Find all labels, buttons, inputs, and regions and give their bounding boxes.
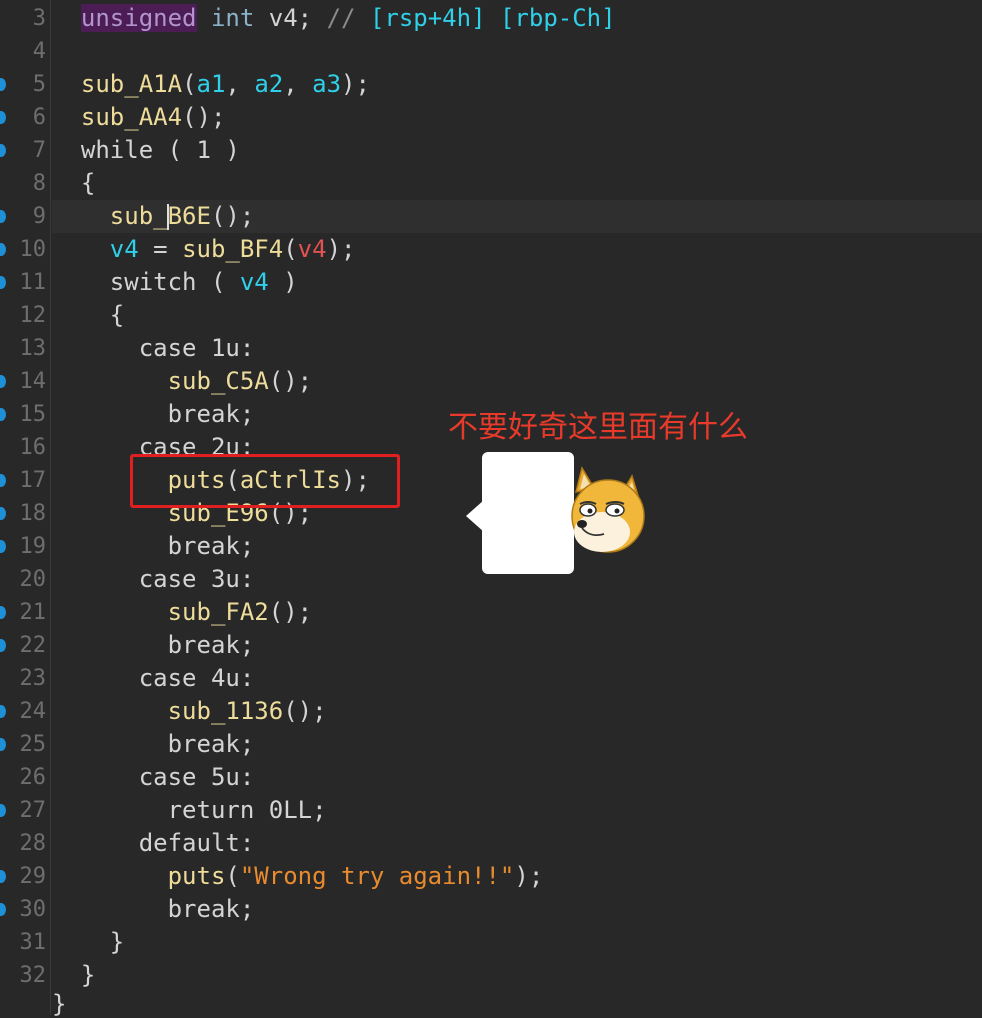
line-number: 26 bbox=[19, 765, 47, 790]
code-line-5[interactable]: sub_A1A(a1, a2, a3); bbox=[52, 68, 982, 101]
break-stmt: break; bbox=[167, 532, 255, 560]
code-line-23[interactable]: case 4u: bbox=[52, 662, 982, 695]
arg: a1 bbox=[196, 70, 226, 98]
highlight-box bbox=[130, 454, 400, 508]
line-number: 31 bbox=[19, 930, 47, 955]
keyword-unsigned: unsigned bbox=[80, 4, 197, 32]
code-line-8[interactable]: { bbox=[52, 167, 982, 200]
line-number: 28 bbox=[19, 831, 47, 856]
doge-face-icon bbox=[571, 466, 645, 553]
func-call: sub_BF4 bbox=[182, 235, 284, 263]
closing-brace: } bbox=[52, 990, 67, 1018]
brace: } bbox=[109, 928, 125, 956]
break-stmt: break; bbox=[167, 631, 255, 659]
line-number: 13 bbox=[19, 336, 47, 361]
line-number: 19 bbox=[19, 534, 47, 559]
func-call-part: B6E bbox=[167, 202, 211, 230]
func-call: sub_C5A bbox=[167, 367, 269, 395]
arg: v4 bbox=[297, 235, 327, 263]
line-number: 29 bbox=[19, 864, 47, 889]
case-label: case 4u: bbox=[138, 664, 255, 692]
case-label: case 1u: bbox=[138, 334, 255, 362]
line-number: 11 bbox=[19, 270, 47, 295]
code-line-9-current[interactable]: sub_B6E(); bbox=[52, 200, 982, 233]
line-number: 30 bbox=[19, 897, 47, 922]
line-gutter[interactable]: 3 4 5 6 7 8 9 10 11 12 13 14 15 16 17 18 19 20 21 22 23 24 25 2… bbox=[0, 0, 51, 1015]
number: 1 bbox=[196, 136, 211, 164]
code-line-11[interactable]: switch ( v4 ) bbox=[52, 266, 982, 299]
code-line-26[interactable]: case 5u: bbox=[52, 761, 982, 794]
func-call: sub_FA2 bbox=[167, 598, 269, 626]
line-number: 18 bbox=[19, 501, 47, 526]
case-label: case 5u: bbox=[138, 763, 255, 791]
line-number: 32 bbox=[19, 963, 47, 988]
line-number: 14 bbox=[19, 369, 47, 394]
line-number: 12 bbox=[19, 303, 47, 328]
string-literal: "Wrong try again!!" bbox=[239, 862, 515, 890]
code-line-30[interactable]: break; bbox=[52, 893, 982, 926]
type-int: int bbox=[210, 4, 255, 32]
code-line-10[interactable]: v4 = sub_BF4(v4); bbox=[52, 233, 982, 266]
code-line-22[interactable]: break; bbox=[52, 629, 982, 662]
func-call: sub_1136 bbox=[167, 697, 284, 725]
code-line-21[interactable]: sub_FA2(); bbox=[52, 596, 982, 629]
line-number: 21 bbox=[19, 600, 47, 625]
break-stmt: break; bbox=[167, 895, 255, 923]
arg: a2 bbox=[254, 70, 284, 98]
code-line-25[interactable]: break; bbox=[52, 728, 982, 761]
line-number: 5 bbox=[32, 72, 46, 97]
arg: a3 bbox=[312, 70, 342, 98]
func-call: puts bbox=[167, 862, 226, 890]
code-line-28[interactable]: default: bbox=[52, 827, 982, 860]
keyword-while: while bbox=[80, 136, 154, 164]
comment-rbp: [rbp-Ch] bbox=[499, 4, 616, 32]
code-line-7[interactable]: while ( 1 ) bbox=[52, 134, 982, 167]
code-line-32[interactable]: } bbox=[52, 959, 982, 992]
code-line-29[interactable]: puts("Wrong try again!!"); bbox=[52, 860, 982, 893]
func-call-part: sub_ bbox=[109, 202, 168, 230]
code-line-27[interactable]: return 0LL; bbox=[52, 794, 982, 827]
func-call: sub_AA4 bbox=[80, 103, 183, 131]
code-line-14[interactable]: sub_C5A(); bbox=[52, 365, 982, 398]
code-line-6[interactable]: sub_AA4(); bbox=[52, 101, 982, 134]
line-number: 3 bbox=[32, 6, 46, 31]
keyword-switch: switch bbox=[109, 268, 197, 296]
brace: { bbox=[80, 169, 96, 197]
default-label: default: bbox=[138, 829, 255, 857]
var: v4 bbox=[109, 235, 139, 263]
comment-rsp: [rsp+4h] bbox=[369, 4, 486, 32]
line-number: 27 bbox=[19, 798, 47, 823]
line-number: 7 bbox=[32, 138, 46, 163]
line-number: 16 bbox=[19, 435, 47, 460]
code-line-3[interactable]: unsigned int v4; // [rsp+4h] [rbp-Ch] bbox=[52, 2, 982, 35]
annotation-text: 不要好奇这里面有什么 bbox=[448, 410, 748, 445]
line-number: 9 bbox=[32, 204, 46, 229]
code-editor[interactable]: 3 4 5 6 7 8 9 10 11 12 13 14 15 16 17 18 19 20 21 22 23 24 25 2… bbox=[0, 0, 982, 1018]
break-stmt: break; bbox=[167, 400, 255, 428]
line-number: 20 bbox=[19, 567, 47, 592]
line-number: 22 bbox=[19, 633, 47, 658]
return-stmt: return 0LL; bbox=[167, 796, 327, 824]
line-number: 4 bbox=[32, 39, 46, 64]
brace: { bbox=[109, 301, 125, 329]
line-number: 24 bbox=[19, 699, 47, 724]
line-number: 23 bbox=[19, 666, 47, 691]
func-call: sub_A1A bbox=[80, 70, 183, 98]
line-number: 25 bbox=[19, 732, 47, 757]
brace: } bbox=[80, 961, 96, 989]
line-number: 17 bbox=[19, 468, 47, 493]
comment-marker: // bbox=[326, 4, 356, 32]
case-label: case 3u: bbox=[138, 565, 255, 593]
line-number: 6 bbox=[32, 105, 46, 130]
code-line-13[interactable]: case 1u: bbox=[52, 332, 982, 365]
line-number: 10 bbox=[19, 237, 47, 262]
var: v4 bbox=[239, 268, 269, 296]
code-line-31[interactable]: } bbox=[52, 926, 982, 959]
var-decl: v4; bbox=[268, 4, 313, 32]
code-line-12[interactable]: { bbox=[52, 299, 982, 332]
break-stmt: break; bbox=[167, 730, 255, 758]
code-line-24[interactable]: sub_1136(); bbox=[52, 695, 982, 728]
line-number: 15 bbox=[19, 402, 47, 427]
line-number: 8 bbox=[32, 171, 46, 196]
